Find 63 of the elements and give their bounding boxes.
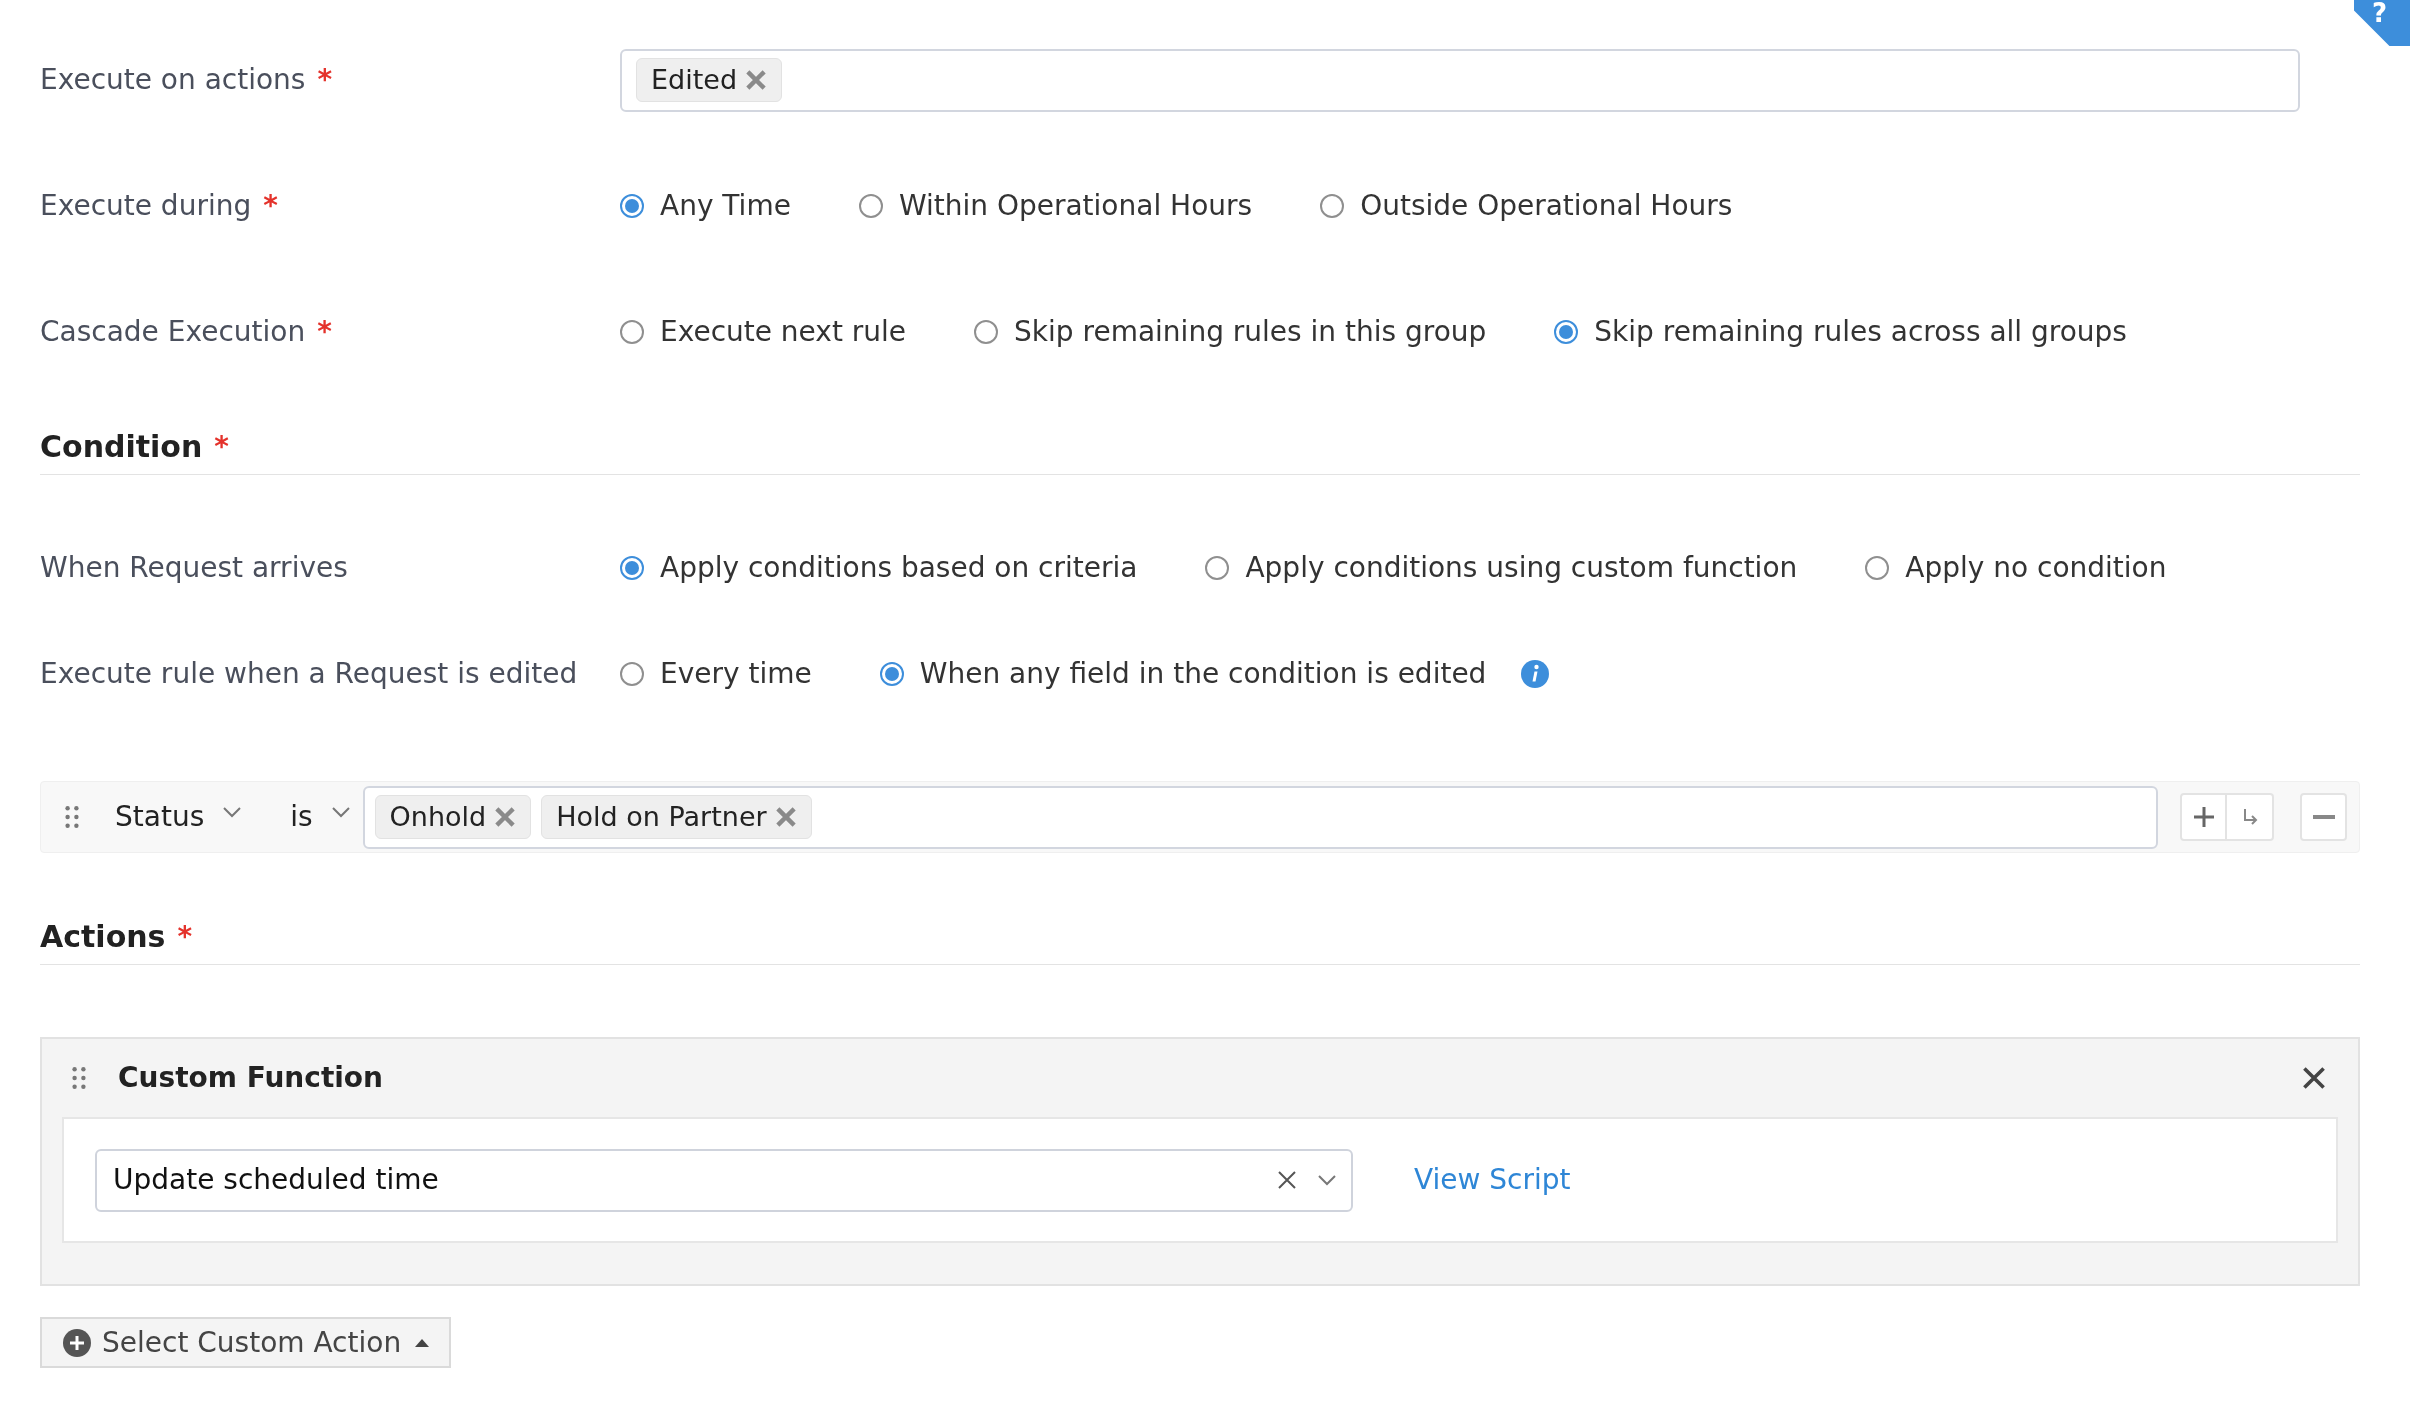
close-icon [2302, 1066, 2326, 1090]
dropdown[interactable]: Status [115, 796, 243, 838]
remove-icon[interactable] [494, 806, 517, 828]
radio-option[interactable]: Skip remaining rules across all groups [1554, 311, 2127, 353]
required-asterisk: * [317, 314, 332, 350]
return-arrow-icon [2241, 808, 2258, 826]
radio-button[interactable] [620, 320, 644, 344]
view-script-link[interactable]: View Script [1414, 1159, 1571, 1201]
radio-option[interactable]: Apply no condition [1865, 547, 2167, 589]
remove-condition-button[interactable] [2300, 793, 2347, 841]
chevron-down-icon[interactable] [1317, 1174, 1337, 1186]
required-asterisk: * [263, 188, 278, 224]
radio-option[interactable]: Within Operational Hours [858, 185, 1253, 227]
radio-button[interactable] [620, 194, 644, 218]
radio-button[interactable] [620, 662, 644, 686]
radio-button[interactable] [1554, 320, 1579, 344]
chevron-down-icon[interactable] [222, 806, 243, 818]
required-asterisk: * [214, 428, 229, 465]
tag-input-field[interactable]: Edited [620, 48, 2300, 112]
info-icon[interactable] [1520, 659, 1551, 689]
remove-icon[interactable] [745, 69, 768, 91]
radio-button[interactable] [1320, 194, 1345, 218]
caret-up-icon [415, 1338, 430, 1347]
radio-option[interactable]: Every time [620, 653, 812, 695]
select-custom-action-button[interactable]: Select Custom Action [40, 1317, 452, 1368]
radio-button[interactable] [974, 320, 999, 344]
required-asterisk: * [317, 62, 333, 98]
close-button[interactable] [2300, 1064, 2328, 1092]
section-heading: Actions [40, 918, 166, 956]
tag-input-field[interactable]: Onhold Hold on Partner [362, 785, 2159, 849]
drag-handle-icon[interactable] [72, 1067, 86, 1089]
remove-icon[interactable] [774, 806, 797, 828]
field-label: Cascade Execution [40, 314, 306, 350]
radio-option[interactable]: Apply conditions based on criteria [620, 547, 1138, 589]
radio-button[interactable] [1205, 556, 1230, 580]
radio-option[interactable]: Execute next rule [620, 311, 907, 353]
radio-option[interactable]: Apply conditions using custom function [1205, 547, 1798, 589]
clear-icon[interactable] [1277, 1170, 1297, 1190]
radio-option[interactable]: Any Time [620, 185, 791, 227]
radio-button[interactable] [1865, 556, 1890, 580]
plus-icon [2192, 806, 2215, 828]
chevron-down-icon[interactable] [330, 806, 351, 818]
radio-option[interactable]: When any field in the condition is edited [879, 653, 1487, 695]
field-label: Execute on actions [40, 62, 306, 98]
section-heading: Condition [40, 428, 203, 466]
tag-chip: Hold on Partner [541, 795, 812, 839]
field-label: Execute rule when a Request is edited [40, 656, 578, 692]
radio-button[interactable] [858, 194, 883, 218]
radio-option[interactable]: Outside Operational Hours [1320, 185, 1733, 227]
field-label: When Request arrives [40, 550, 348, 586]
field-label: Execute during [40, 188, 252, 224]
minus-icon [2312, 815, 2335, 819]
select-field[interactable]: Update scheduled time [95, 1148, 1353, 1212]
dropdown[interactable]: is [290, 796, 351, 838]
drag-handle-icon[interactable] [65, 806, 79, 828]
radio-button[interactable] [879, 662, 904, 686]
card-title: Custom Function [118, 1060, 385, 1096]
tag-chip: Onhold [374, 795, 532, 839]
required-asterisk: * [177, 918, 193, 955]
radio-button[interactable] [620, 556, 644, 580]
tag-chip: Edited [636, 58, 783, 102]
plus-circle-icon [62, 1327, 92, 1358]
radio-option[interactable]: Skip remaining rules in this group [974, 311, 1487, 353]
